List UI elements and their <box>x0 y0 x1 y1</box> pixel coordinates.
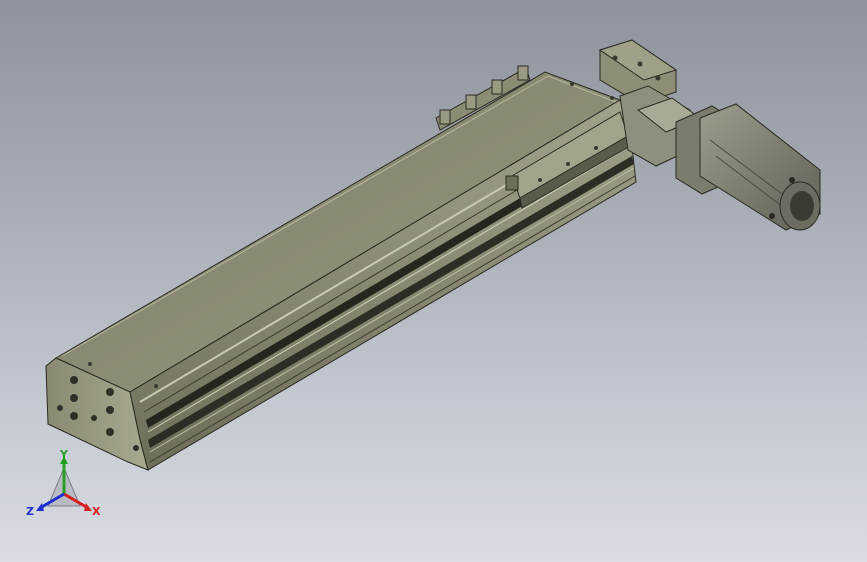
x-axis-label: X <box>92 505 101 518</box>
linear-actuator-model[interactable] <box>0 0 867 562</box>
servo-motor <box>619 85 821 231</box>
actuator-body <box>45 71 637 471</box>
coordinate-triad[interactable]: Y X Z <box>24 448 104 522</box>
y-axis-label: Y <box>59 448 69 461</box>
z-axis-label: Z <box>26 505 34 518</box>
graphics-viewport[interactable]: Y X Z <box>0 0 867 562</box>
